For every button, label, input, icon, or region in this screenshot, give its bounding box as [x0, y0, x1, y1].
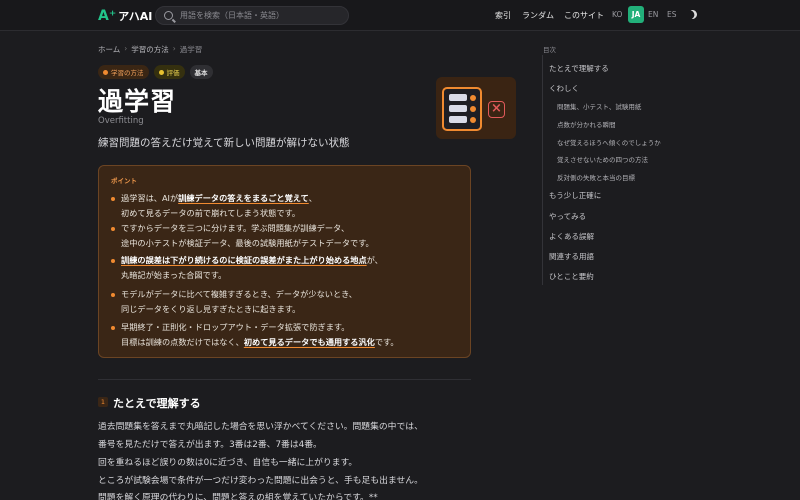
key-point-line: 早期終了・正則化・ドロップアウト・データ拡張で防ぎます。 [121, 322, 350, 332]
search-input[interactable] [180, 11, 330, 20]
sheet-dot [470, 106, 476, 112]
logo-text: アハAI [118, 10, 153, 23]
dark-mode-icon[interactable] [686, 8, 698, 20]
toc-rail [542, 55, 543, 285]
emphasis: 訓練の誤差は下がり続けるのに検証の誤差がまた上がり始める地点 [121, 255, 367, 265]
tag-label: 基本 [194, 69, 208, 77]
toc-subitem[interactable]: 覚えさせないための四つの方法 [557, 154, 648, 164]
breadcrumb-category[interactable]: 学習の方法 [131, 44, 169, 55]
breadcrumb-separator: › [172, 44, 176, 53]
breadcrumb-separator: › [124, 44, 128, 53]
key-point-line: 途中の小テストが検証データ、最後の試験用紙がテストデータです。 [121, 238, 374, 248]
x-mark-icon: × [488, 101, 505, 118]
text: 、 [308, 193, 317, 203]
tag-label: 評価 [166, 69, 180, 77]
text: 目標は訓練の点数だけではなく、 [121, 337, 244, 347]
key-point-line: 目標は訓練の点数だけではなく、初めて見るデータでも通用する汎化です。 [121, 335, 399, 350]
section-paragraph: 問題を解く原理の代わりに、問題と答えの組を覚えていたからです。** [98, 493, 378, 500]
text: が、 [366, 255, 383, 265]
key-point-item: 訓練の誤差は下がり続けるのに検証の誤差がまた上がり始める地点が、 丸暗記が始まっ… [111, 253, 383, 283]
key-point-item: ですからデータを三つに分けます。学ぶ問題集が訓練データ、 途中の小テストが検証デ… [111, 221, 374, 251]
key-point-line: ですからデータを三つに分けます。学ぶ問題集が訓練データ、 [121, 223, 350, 233]
toc-subitem[interactable]: 問題集、小テスト、試験用紙 [557, 101, 641, 111]
top-header: A⁺ アハAI 索引 ランダム このサイト KO JA EN ES [0, 0, 800, 31]
toc-item-summary[interactable]: ひとこと要約 [549, 271, 594, 282]
logo-mark: A⁺ [98, 8, 117, 24]
nav-index[interactable]: 索引 [495, 10, 511, 21]
sheet-dot [470, 95, 476, 101]
sheet-row [449, 105, 467, 112]
page-title: 過学習 [98, 87, 177, 116]
lead-text: 練習問題の答えだけ覚えて新しい問題が解けない状態 [98, 137, 350, 149]
lang-es[interactable]: ES [667, 10, 677, 19]
answer-sheet-icon [442, 87, 482, 131]
key-points-box: ポイント 過学習は、AIが訓練データの答えをまるごと覚えて、 初めて見るデータの… [98, 165, 471, 358]
lang-ja[interactable]: JA [628, 6, 644, 23]
tag-dot-icon [103, 69, 108, 75]
toc-item-try[interactable]: やってみる [549, 211, 586, 222]
toc-item-precise[interactable]: もう少し正確に [549, 190, 601, 201]
bullet-icon [111, 326, 115, 330]
bullet-icon [111, 293, 115, 297]
sheet-row [449, 94, 467, 101]
lang-ko[interactable]: KO [612, 10, 622, 19]
section-divider [98, 379, 471, 380]
nav-about[interactable]: このサイト [564, 10, 604, 21]
bullet-icon [111, 259, 115, 263]
key-point-item: 過学習は、AIが訓練データの答えをまるごと覚えて、 初めて見るデータの前で崩れて… [111, 191, 317, 221]
key-point-line: 訓練の誤差は下がり続けるのに検証の誤差がまた上がり始める地点が、 [121, 253, 383, 268]
key-point-line: 丸暗記が始まった合図です。 [121, 270, 227, 280]
section-paragraph: 過去問題集を答えまで丸暗記した場合を思い浮かべてください。問題集の中では、 [98, 422, 423, 432]
emphasis: 初めて見るデータでも通用する汎化 [243, 337, 375, 347]
text: 過学習は、AIが [121, 193, 179, 203]
search-box[interactable] [155, 6, 349, 25]
key-point-line: モデルがデータに比べて複雑すぎるとき、データが少ないとき、 [121, 289, 357, 299]
search-icon [164, 11, 173, 20]
key-point-item: 早期終了・正則化・ドロップアウト・データ拡張で防ぎます。 目標は訓練の点数だけで… [111, 320, 399, 350]
section-number-badge: 1 [98, 397, 108, 407]
key-points-label: ポイント [111, 177, 137, 185]
toc-item-analogy[interactable]: たとえで理解する [549, 63, 609, 74]
toc-item-misconceptions[interactable]: よくある誤解 [549, 231, 594, 242]
overfitting-illustration: × [436, 77, 516, 139]
page-subtitle: Overfitting [98, 116, 144, 126]
toc-title: 目次 [543, 46, 556, 54]
breadcrumb-home[interactable]: ホーム [98, 44, 120, 55]
tag-label: 学習の方法 [111, 69, 144, 77]
toc-item-related[interactable]: 関連する用語 [549, 251, 594, 262]
tag-dot-icon [158, 69, 164, 75]
key-point-item: モデルがデータに比べて複雑すぎるとき、データが少ないとき、 同じデータをくり返し… [111, 287, 357, 317]
text: です。 [374, 337, 399, 347]
sheet-dot [470, 117, 476, 123]
key-point-line: 過学習は、AIが訓練データの答えをまるごと覚えて、 [121, 191, 317, 206]
bullet-icon [111, 227, 115, 231]
tag-list: 学習の方法 評価 基本 [98, 65, 213, 79]
toc-item-details[interactable]: くわしく [549, 83, 579, 94]
key-point-line: 初めて見るデータの前で崩れてしまう状態です。 [121, 208, 301, 218]
key-point-line: 同じデータをくり返し見すぎたときに起きます。 [121, 304, 301, 314]
toc-subitem[interactable]: 反対側の失敗と本当の目標 [557, 172, 635, 182]
site-logo[interactable]: A⁺ アハAI [98, 8, 152, 24]
toc-subitem[interactable]: 点数が分かれる瞬間 [557, 119, 616, 129]
tag-basic[interactable]: 基本 [189, 65, 213, 79]
sheet-row [449, 116, 467, 123]
section-paragraph: ところが試験会場で条件が一つだけ変わった問題に出会うと、手も足も出ません。 [98, 476, 423, 486]
breadcrumb-current: 過学習 [179, 45, 203, 54]
section-paragraph: 回を重ねるほど誤りの数は0に近づき、自信も一緒に上がります。 [98, 458, 358, 468]
emphasis: 訓練データの答えをまるごと覚えて [178, 193, 309, 203]
nav-random[interactable]: ランダム [522, 10, 554, 21]
tag-learning-method[interactable]: 学習の方法 [98, 65, 149, 79]
lang-en[interactable]: EN [648, 10, 658, 19]
section-paragraph: 番号を見ただけで答えが出ます。3番は2番、7番は4番。 [98, 440, 322, 450]
section-title: たとえで理解する [113, 397, 201, 410]
toc-subitem[interactable]: なぜ覚えるほうへ傾くのでしょうか [557, 137, 661, 147]
tag-evaluation[interactable]: 評価 [153, 65, 185, 79]
breadcrumb: ホーム › 学習の方法 › 過学習 [98, 44, 202, 55]
bullet-icon [111, 197, 115, 201]
